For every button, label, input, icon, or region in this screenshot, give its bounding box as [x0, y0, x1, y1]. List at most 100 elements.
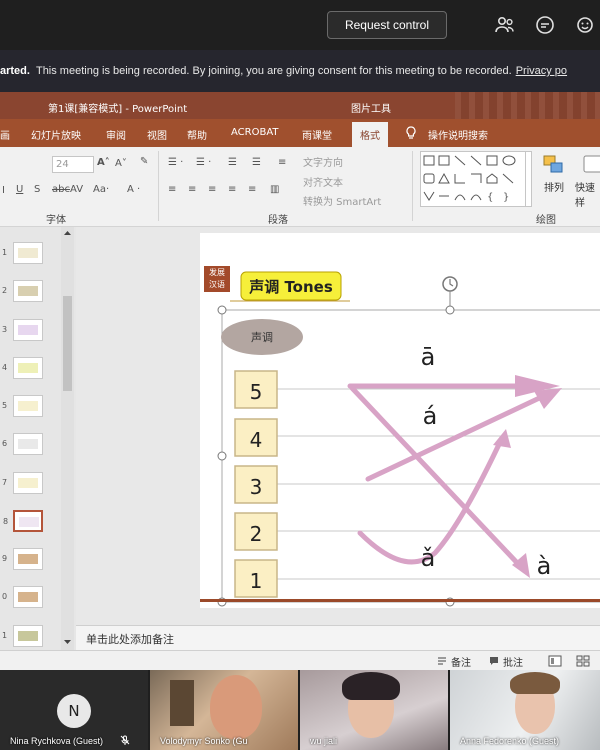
- slide-thumbnail[interactable]: 4: [2, 357, 43, 379]
- align-center-button[interactable]: ≡: [188, 184, 196, 195]
- decrease-indent-button[interactable]: ☰: [228, 157, 237, 168]
- slide-thumbnail[interactable]: 7: [2, 472, 43, 494]
- quick-styles-icon: [583, 155, 600, 173]
- level-label: 3: [250, 475, 263, 499]
- align-text-button[interactable]: 对齐文本: [303, 174, 343, 189]
- bullets-button[interactable]: ☰ ·: [168, 157, 183, 168]
- tone-mark-third: ǎ: [421, 544, 436, 572]
- comments-button[interactable]: 批注: [503, 654, 523, 669]
- align-right-button[interactable]: ≡: [208, 184, 216, 195]
- slide-thumbnail[interactable]: 0: [2, 586, 43, 608]
- tell-me-search[interactable]: 操作说明搜索: [428, 127, 488, 142]
- tab-review[interactable]: 审阅: [106, 127, 126, 142]
- increase-indent-button[interactable]: ☰: [252, 157, 261, 168]
- level-label: 5: [250, 380, 263, 404]
- participant-tile[interactable]: wu jiali: [300, 670, 448, 750]
- tab-acrobat[interactable]: ACROBAT: [231, 127, 279, 138]
- ribbon-separator: [158, 151, 159, 221]
- shapes-icons: { }: [423, 155, 516, 203]
- distributed-button[interactable]: ≡: [248, 184, 256, 195]
- char-spacing-button[interactable]: AV: [70, 184, 83, 195]
- thumbnails-scroll-thumb[interactable]: [63, 296, 72, 391]
- tab-format[interactable]: 格式: [352, 122, 388, 147]
- notes-pane[interactable]: 单击此处添加备注: [76, 625, 600, 650]
- teams-top-bar: Request control: [0, 0, 600, 50]
- shapes-gallery-scroll[interactable]: [525, 151, 532, 207]
- font-size-box[interactable]: 24: [52, 156, 94, 173]
- slide-thumbnail-selected[interactable]: 8: [3, 510, 43, 532]
- strike-button[interactable]: abc: [52, 184, 70, 195]
- participant-tile[interactable]: Volodymyr Sonko (Gu: [150, 670, 298, 750]
- ppt-ribbon: 24 A˄ A˅ ✎ I U S abc AV Aa· A · 字体 ☰ · ☰…: [0, 147, 600, 227]
- change-case-button[interactable]: Aa·: [93, 184, 109, 195]
- ppt-status-bar: 备注 批注: [0, 650, 600, 670]
- scroll-down-icon[interactable]: [63, 638, 72, 646]
- text-direction-button[interactable]: 文字方向: [303, 154, 343, 169]
- level-label: 1: [250, 569, 263, 593]
- italic-button[interactable]: I: [2, 185, 5, 196]
- ribbon-separator: [412, 151, 413, 221]
- notes-icon: [438, 657, 446, 665]
- slide-thumbnail[interactable]: 3: [2, 319, 43, 341]
- align-left-button[interactable]: ≡: [168, 184, 176, 195]
- slide-thumbnail[interactable]: 1: [2, 625, 43, 647]
- justify-button[interactable]: ≡: [228, 184, 236, 195]
- logo-text-2: 汉语: [209, 279, 225, 289]
- font-size-value: 24: [56, 159, 69, 170]
- slide-thumbnail[interactable]: 6: [2, 433, 43, 455]
- tab-slideshow[interactable]: 幻灯片放映: [31, 127, 81, 142]
- normal-view-icon[interactable]: [548, 655, 562, 667]
- slide-canvas[interactable]: 发展 汉语 声调 Tones 声调 5 4 3 2 1 ā á ǎ à: [200, 233, 600, 608]
- shadow-button[interactable]: S: [34, 184, 40, 195]
- participant-tile[interactable]: N Nina Rychkova (Guest): [0, 670, 148, 750]
- participant-tile[interactable]: Anna Fedorenko (Guest): [450, 670, 600, 750]
- request-control-button[interactable]: Request control: [327, 11, 447, 39]
- slide-footer-bar: [200, 599, 600, 602]
- arrange-button[interactable]: 排列: [544, 179, 564, 194]
- shapes-gallery[interactable]: { }: [420, 151, 532, 207]
- chat-icon[interactable]: [533, 13, 557, 37]
- slide-sorter-icon[interactable]: [576, 655, 590, 667]
- convert-smartart-button[interactable]: 转换为 SmartArt: [303, 193, 381, 208]
- people-icon[interactable]: [493, 13, 517, 37]
- tab-draw[interactable]: 画: [0, 127, 10, 142]
- participant-strip: N Nina Rychkova (Guest) Volodymyr Sonko …: [0, 670, 600, 750]
- arrange-icon: [543, 155, 563, 173]
- notes-button[interactable]: 备注: [451, 654, 471, 669]
- tab-rain-classroom[interactable]: 雨课堂: [302, 127, 332, 142]
- slide-thumbnail[interactable]: 5: [2, 395, 43, 417]
- banner-status: arted.: [0, 65, 30, 77]
- thumbnails-scrollbar[interactable]: [61, 227, 74, 650]
- slide-thumbnail[interactable]: 9: [2, 548, 43, 570]
- clear-format-button[interactable]: ✎: [140, 156, 148, 167]
- resize-handle[interactable]: [217, 451, 227, 461]
- columns-button[interactable]: ▥: [270, 184, 279, 195]
- shrink-font-button[interactable]: A˅: [115, 158, 127, 169]
- underline-button[interactable]: U: [16, 184, 23, 195]
- font-color-button[interactable]: A ·: [127, 184, 140, 195]
- tone-mark-first: ā: [421, 343, 436, 371]
- resize-handle[interactable]: [445, 305, 455, 315]
- grow-font-button[interactable]: A˄: [97, 157, 110, 168]
- slide-thumbnail[interactable]: 2: [2, 280, 43, 302]
- numbering-button[interactable]: ☰ ·: [196, 157, 211, 168]
- slide-thumbnail[interactable]: 1: [2, 242, 43, 264]
- ppt-title-bar: 第1课[兼容模式] - PowerPoint 图片工具: [0, 92, 600, 119]
- oval-label: 声调: [251, 330, 273, 344]
- mic-muted-icon: [120, 735, 130, 745]
- tab-help[interactable]: 帮助: [187, 127, 207, 142]
- line-spacing-button[interactable]: ≡: [278, 157, 286, 168]
- scroll-up-icon[interactable]: [63, 229, 72, 237]
- comments-icon: [490, 657, 498, 665]
- tab-view[interactable]: 视图: [147, 127, 167, 142]
- participant-name: Volodymyr Sonko (Gu: [160, 736, 248, 746]
- quick-styles-button[interactable]: 快速样: [575, 179, 600, 209]
- resize-handle[interactable]: [217, 305, 227, 315]
- reactions-icon[interactable]: [574, 13, 598, 37]
- lightbulb-icon: [406, 126, 416, 139]
- video-feed: [510, 672, 560, 694]
- ppt-window-title: 第1课[兼容模式] - PowerPoint: [48, 104, 188, 115]
- group-label-font: 字体: [46, 215, 66, 226]
- privacy-policy-link[interactable]: Privacy po: [516, 65, 567, 77]
- logo-text-1: 发展: [209, 267, 225, 277]
